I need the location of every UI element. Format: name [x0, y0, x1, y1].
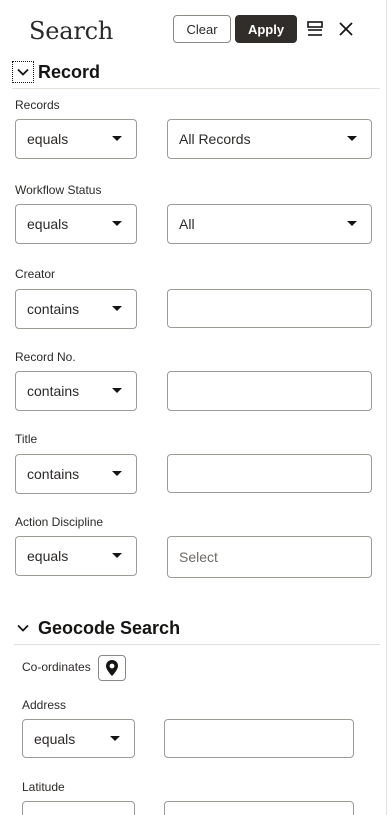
- chevron-down-icon[interactable]: [12, 61, 34, 83]
- title-label: Title: [15, 432, 38, 446]
- creator-label: Creator: [15, 267, 56, 281]
- record-no-operator-value: contains: [27, 383, 80, 399]
- caret-down-icon: [347, 136, 357, 141]
- record-section-title: Record: [38, 61, 101, 82]
- address-operator-value: equals: [34, 730, 76, 747]
- action-discipline-operator-select[interactable]: equals: [15, 536, 137, 576]
- action-discipline-label: Action Discipline: [15, 515, 104, 529]
- records-operator-value: equals: [27, 131, 69, 147]
- creator-operator-select[interactable]: contains: [15, 289, 137, 329]
- panel-title: Search: [29, 17, 114, 45]
- latitude-operator-select[interactable]: [22, 801, 135, 815]
- record-no-label: Record No.: [15, 350, 76, 364]
- workflow-status-value-select[interactable]: All: [167, 204, 372, 244]
- caret-down-icon: [112, 221, 122, 226]
- address-input[interactable]: [164, 719, 354, 758]
- action-discipline-select[interactable]: Select: [167, 536, 372, 578]
- workflow-status-operator-select[interactable]: equals: [15, 204, 137, 244]
- map-pin-icon[interactable]: [98, 655, 126, 681]
- action-discipline-operator-value: equals: [27, 548, 69, 564]
- coordinates-label: Co-ordinates: [22, 660, 91, 674]
- apply-button[interactable]: Apply: [235, 15, 297, 43]
- search-panel: Search Clear Apply Record Records equals…: [0, 0, 387, 815]
- records-value-select[interactable]: All Records: [167, 119, 372, 159]
- records-operator-select[interactable]: equals: [15, 119, 137, 159]
- latitude-label: Latitude: [22, 780, 65, 794]
- title-operator-select[interactable]: contains: [15, 454, 137, 494]
- title-operator-value: contains: [27, 466, 80, 482]
- clear-button[interactable]: Clear: [173, 15, 231, 43]
- action-discipline-placeholder: Select: [179, 549, 218, 565]
- workflow-status-operator-value: equals: [27, 216, 69, 232]
- title-input[interactable]: [167, 454, 372, 493]
- caret-down-icon: [112, 306, 122, 311]
- workflow-status-value: All: [179, 216, 195, 232]
- panel-header: Search Clear Apply: [0, 0, 386, 58]
- latitude-input[interactable]: [164, 801, 354, 815]
- record-no-input[interactable]: [167, 371, 372, 411]
- section-divider: [12, 88, 380, 89]
- caret-down-icon: [112, 388, 122, 393]
- workflow-status-label: Workflow Status: [15, 183, 102, 197]
- records-label: Records: [15, 98, 60, 112]
- layout-toggle-icon[interactable]: [303, 17, 327, 41]
- chevron-down-icon[interactable]: [12, 617, 34, 639]
- address-operator-select[interactable]: equals: [22, 719, 135, 758]
- records-value: All Records: [179, 131, 251, 147]
- geocode-section-header[interactable]: Geocode Search: [12, 617, 382, 639]
- caret-down-icon: [112, 471, 122, 476]
- caret-down-icon: [112, 136, 122, 141]
- section-divider: [14, 644, 380, 645]
- caret-down-icon: [347, 221, 357, 226]
- caret-down-icon: [110, 735, 120, 741]
- record-section-header[interactable]: Record: [12, 61, 382, 83]
- geocode-section-title: Geocode Search: [38, 617, 181, 638]
- creator-operator-value: contains: [27, 301, 80, 317]
- close-icon[interactable]: [334, 17, 358, 41]
- creator-input[interactable]: [167, 289, 372, 328]
- record-no-operator-select[interactable]: contains: [15, 371, 137, 411]
- address-label: Address: [22, 698, 67, 712]
- caret-down-icon: [112, 553, 122, 558]
